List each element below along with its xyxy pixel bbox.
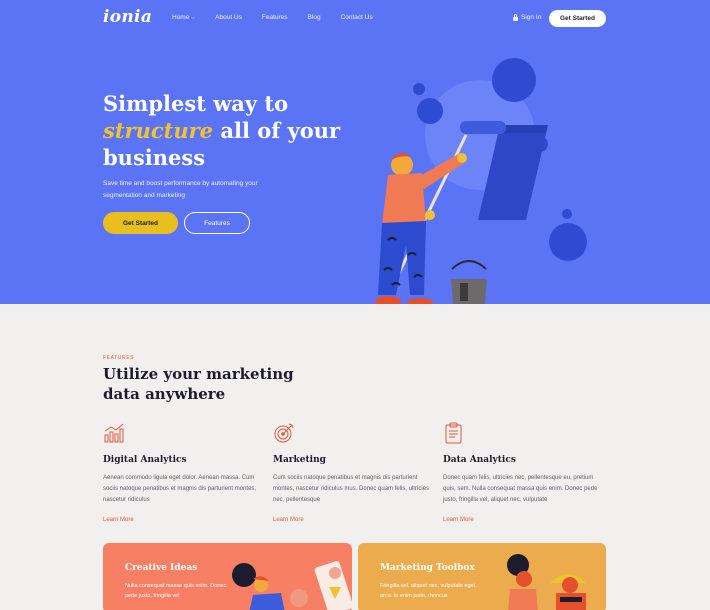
bubble (562, 209, 572, 219)
hero-get-started-button[interactable]: Get Started (103, 212, 178, 234)
feature-description: Aenean commodo ligula eget dolor. Aenean… (103, 475, 257, 503)
card-title: Marketing Toolbox (380, 563, 475, 573)
learn-more-link[interactable]: Learn More (443, 517, 474, 523)
nav-link-home[interactable]: Home ⌵ (172, 14, 195, 21)
character-pants (378, 221, 426, 295)
feature-title: Marketing (273, 455, 326, 465)
card-title: Creative Ideas (125, 563, 198, 573)
card-description: Fringilla vel, aliquet nec, vulputate eg… (380, 583, 477, 599)
card-creative-ideas[interactable]: Creative Ideas Nulla consequat massa qui… (103, 543, 352, 610)
nav-links: Home ⌵ About Us Features Blog Contact Us (172, 14, 393, 21)
character-hand (425, 210, 435, 220)
nav-link-features[interactable]: Features (262, 14, 288, 21)
paint-bucket (451, 279, 487, 304)
chevron-down-icon: ⌵ (191, 15, 196, 21)
bubble (417, 98, 443, 124)
nav-link-contact[interactable]: Contact Us (341, 14, 373, 21)
top-navbar: ionia Home ⌵ About Us Features Blog Conta… (0, 0, 710, 38)
brand-logo[interactable]: ionia (103, 7, 152, 27)
bubble (549, 223, 587, 261)
features-section-title: Utilize your marketing data anywhere (103, 365, 294, 403)
nav-get-started-button[interactable]: Get Started (549, 10, 606, 27)
card-description: Nulla consequat massa quis enim. Donec p… (125, 583, 227, 599)
bucket-handle (451, 260, 487, 270)
feature-description: Cum sociis natoque penatibus et magnis d… (273, 475, 430, 503)
feature-description: Donec quam felis, ultricies nec, pellent… (443, 475, 598, 503)
hero-subtitle: Save time and boost performance by autom… (103, 180, 258, 199)
hero-title: Simplest way to structure all of your bu… (103, 90, 393, 171)
hero-section: ionia Home ⌵ About Us Features Blog Conta… (0, 0, 710, 304)
learn-more-link[interactable]: Learn More (103, 517, 134, 523)
feature-digital-analytics: Digital Analytics Aenean commodo ligula … (103, 422, 263, 526)
bubble (413, 83, 425, 95)
feature-marketing: Marketing Cum sociis natoque penatibus e… (273, 422, 433, 526)
character-shoe (407, 298, 433, 304)
hero-title-line3: business (103, 145, 206, 170)
sign-in-link[interactable]: Sign In (513, 13, 542, 21)
hero-title-highlight: structure (103, 118, 214, 143)
character-hand (457, 153, 467, 163)
nav-link-blog[interactable]: Blog (308, 14, 321, 21)
hero-illustration (375, 58, 587, 304)
clipboard-icon (445, 422, 462, 444)
lock-icon (513, 13, 518, 21)
bucket-shade (460, 283, 468, 301)
character-shirt (382, 173, 426, 225)
sign-in-label: Sign In (521, 14, 542, 21)
features-eyebrow: FEATURES (103, 355, 135, 361)
nav-link-about[interactable]: About Us (215, 14, 242, 21)
character-shoe (375, 296, 401, 304)
chart-growth-icon (104, 423, 124, 443)
target-icon (274, 423, 294, 443)
hero-features-button[interactable]: Features (184, 212, 250, 234)
learn-more-link[interactable]: Learn More (273, 517, 304, 523)
bubble (492, 58, 536, 102)
paint-roller (460, 121, 506, 134)
hero-title-rest: all of your (220, 118, 341, 143)
hero-title-line1: Simplest way to (103, 91, 289, 116)
feature-title: Data Analytics (443, 455, 516, 465)
feature-title: Digital Analytics (103, 455, 187, 465)
feature-data-analytics: Data Analytics Donec quam felis, ultrici… (443, 422, 603, 526)
card-marketing-toolbox[interactable]: Marketing Toolbox Fringilla vel, aliquet… (358, 543, 606, 610)
